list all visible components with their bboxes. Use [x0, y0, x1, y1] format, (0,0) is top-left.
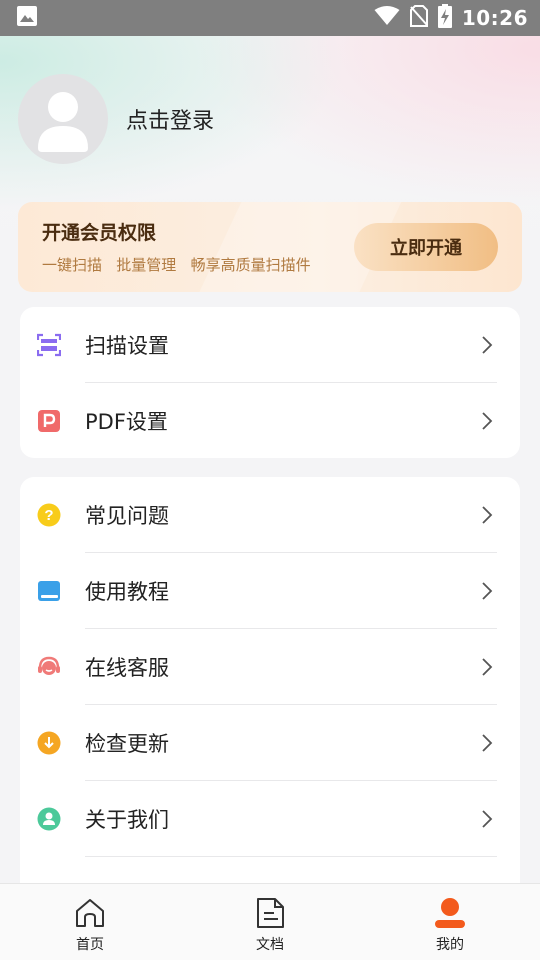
menu-item-scan-settings[interactable]: 扫描设置 [20, 307, 520, 383]
chevron-right-icon [482, 658, 493, 676]
menu-item-label: 在线客服 [85, 656, 169, 680]
menu-item-online-service[interactable]: 在线客服 [20, 629, 520, 705]
menu-item-label: 扫描设置 [85, 334, 169, 358]
settings-card: 扫描设置 PDF设置 [20, 307, 520, 458]
divider [85, 856, 497, 857]
status-bar: 10:26 [0, 0, 540, 36]
menu-item-label: 检查更新 [85, 732, 169, 756]
tab-document[interactable]: 文档 [180, 884, 360, 960]
login-label[interactable]: 点击登录 [126, 103, 214, 135]
avatar[interactable] [18, 74, 108, 164]
tab-home[interactable]: 首页 [0, 884, 180, 960]
menu-item-about-us[interactable]: 关于我们 [20, 781, 520, 857]
menu-item-pdf-settings[interactable]: PDF设置 [20, 383, 520, 459]
about-icon [37, 807, 61, 831]
menu-item-label: 常见问题 [85, 504, 169, 528]
tab-label: 我的 [436, 937, 464, 953]
book-icon [37, 579, 61, 603]
pdf-icon [37, 409, 61, 433]
document-icon [253, 896, 287, 930]
menu-item-faq[interactable]: ? 常见问题 [20, 477, 520, 553]
profile-login[interactable]: 点击登录 [18, 74, 214, 164]
no-sim-icon [409, 5, 428, 31]
home-icon [73, 896, 107, 930]
chevron-right-icon [482, 810, 493, 828]
chevron-right-icon [482, 734, 493, 752]
menu-item-label: 关于我们 [85, 808, 169, 832]
chevron-right-icon [482, 582, 493, 600]
chevron-right-icon [482, 506, 493, 524]
menu-item-label: 使用教程 [85, 580, 169, 604]
vip-open-button[interactable]: 立即开通 [354, 223, 498, 271]
svg-text:?: ? [44, 507, 53, 524]
profile-icon [433, 896, 467, 930]
person-icon [38, 92, 88, 152]
menu-item-check-update[interactable]: 检查更新 [20, 705, 520, 781]
vip-card[interactable]: 开通会员权限 一键扫描 批量管理 畅享高质量扫描件 立即开通 [18, 202, 522, 292]
scan-icon [37, 333, 61, 357]
question-icon: ? [37, 503, 61, 527]
menu-item-tutorial[interactable]: 使用教程 [20, 553, 520, 629]
wifi-icon [374, 6, 400, 30]
support-card: ? 常见问题 使用教程 在线客服 检查更新 关于我们 [20, 477, 520, 897]
download-icon [37, 731, 61, 755]
tab-label: 文档 [256, 937, 284, 953]
status-time: 10:26 [461, 6, 528, 30]
battery-charging-icon [437, 4, 452, 32]
vip-subtitle: 一键扫描 批量管理 畅享高质量扫描件 [42, 256, 311, 274]
image-icon [16, 5, 38, 31]
chevron-right-icon [482, 336, 493, 354]
tab-label: 首页 [76, 937, 104, 953]
headset-icon [37, 655, 61, 679]
menu-item-label: PDF设置 [85, 410, 168, 434]
chevron-right-icon [482, 412, 493, 430]
vip-title: 开通会员权限 [42, 222, 157, 244]
tab-mine[interactable]: 我的 [360, 884, 540, 960]
bottom-tab-bar: 首页 文档 我的 [0, 883, 540, 960]
